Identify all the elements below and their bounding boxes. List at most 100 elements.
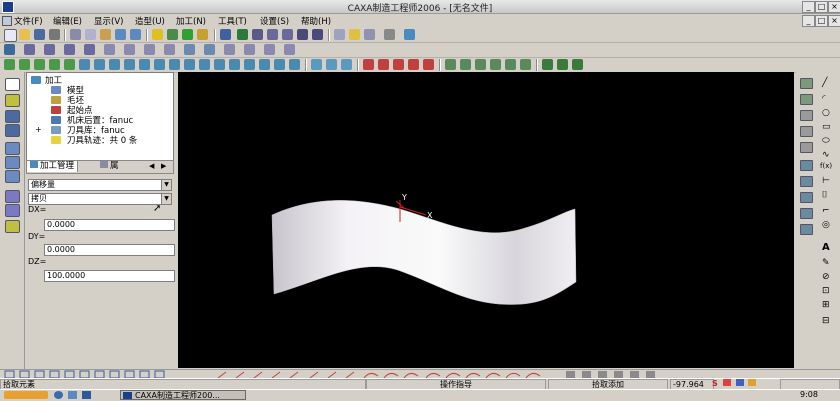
rectangle-tool-icon[interactable]: ▭ [822,122,831,132]
copy-icon[interactable] [85,29,96,40]
menu-settings[interactable]: 设置(S) [260,15,289,27]
erase-tool-icon[interactable]: ✎ [822,258,830,268]
more-tools-icon[interactable]: ⊟ [822,316,830,326]
view-top-icon[interactable] [64,370,75,379]
tool-library-icon[interactable] [475,59,486,70]
boolean-icon[interactable] [284,44,295,55]
shell-icon[interactable] [144,44,155,55]
hatch-tool-icon[interactable]: ⌐ [822,206,830,216]
hidden-line-icon[interactable] [364,29,375,40]
sweep-icon[interactable] [84,44,95,55]
array-icon[interactable] [800,192,813,203]
view-left-icon[interactable] [34,370,45,379]
tab-properties[interactable]: 属 [97,161,122,172]
undo-icon[interactable] [115,29,126,40]
explorer-icon[interactable] [82,391,91,399]
view-iso-icon[interactable] [94,370,105,379]
mirror-feature-icon[interactable] [244,44,255,55]
maximize-button[interactable]: □ [815,1,828,13]
link-tool-icon[interactable]: ⊘ [822,272,830,282]
menu-modeling[interactable]: 造型(U) [135,15,165,27]
solid-tool-icon[interactable] [5,220,20,233]
color-icon[interactable] [197,29,208,40]
line-icon[interactable] [557,59,568,70]
extrude-icon[interactable] [24,44,35,55]
doc-close-button[interactable]: × [828,15,840,27]
wall-finish-icon[interactable] [214,59,225,70]
display-mode-icon[interactable] [566,371,575,378]
finish-icon[interactable] [79,59,90,70]
mirror-icon[interactable] [800,160,813,171]
view-dimetric-icon[interactable] [109,370,120,379]
revolve-icon[interactable] [44,44,55,55]
text-tool-icon[interactable]: A [822,242,830,253]
draft-icon[interactable] [164,44,175,55]
plunge-rough-icon[interactable] [64,59,75,70]
chamfer-icon[interactable] [124,44,135,55]
3d-viewport[interactable]: Y X [178,72,794,368]
edit-path-icon[interactable] [326,59,337,70]
spline-tool-icon[interactable]: ∿ [822,150,830,160]
pan-icon[interactable] [312,29,323,40]
flow-finish-icon[interactable] [154,59,165,70]
post-process-icon[interactable] [378,59,389,70]
formula-curve-icon[interactable]: f(x) [820,162,832,170]
project-finish-icon[interactable] [169,59,180,70]
display-hidden-icon[interactable] [614,371,623,378]
process-sheet-icon[interactable] [408,59,419,70]
minimize-button[interactable]: _ [802,1,815,13]
line-tool-icon[interactable]: ╱ [822,78,827,88]
zoom-in-icon[interactable] [267,29,278,40]
dz-input[interactable]: 100.0000 [44,270,175,282]
dx-input[interactable]: 0.0000 [44,219,175,231]
cut-feature-icon[interactable] [264,44,275,55]
chamfer-tool-icon[interactable]: ⊞ [822,300,830,310]
circle-tool-icon[interactable]: ○ [822,108,830,118]
desktop-icon[interactable] [68,391,77,399]
param-finish-icon[interactable] [94,59,105,70]
island-icon[interactable] [520,59,531,70]
fillet-icon[interactable] [104,44,115,55]
roughing-icon[interactable] [4,59,15,70]
wireframe-icon[interactable] [334,29,345,40]
surface-finish-icon[interactable] [139,59,150,70]
tab-machining-manager[interactable]: 加工管理 [27,161,79,172]
dy-input[interactable]: 0.0000 [44,244,175,256]
trim-icon[interactable] [800,142,813,153]
save-icon[interactable] [34,29,45,40]
view-window-icon[interactable] [220,29,231,40]
gcode-icon[interactable] [393,59,404,70]
rib-icon[interactable] [204,44,215,55]
check-icon[interactable] [423,59,434,70]
tab-scroll-left-icon[interactable]: ◀ [149,162,154,170]
move-icon[interactable] [800,224,813,235]
close-button[interactable]: × [828,1,840,13]
transform-icon[interactable] [5,170,20,183]
view-custom-icon[interactable] [154,370,165,379]
light-icon[interactable] [152,29,163,40]
start-point-icon[interactable] [460,59,471,70]
stock-icon[interactable] [445,59,456,70]
shallow-finish-icon[interactable] [184,59,195,70]
expand-icon[interactable]: + [35,125,42,134]
scan-rough-icon[interactable] [49,59,60,70]
layer-icon[interactable] [167,29,178,40]
layer-manager-icon[interactable] [5,110,20,123]
project-tool-icon[interactable]: ◎ [822,220,830,230]
drill-icon[interactable] [289,59,300,70]
view-trimetric-icon[interactable] [124,370,135,379]
corner-finish-icon[interactable] [229,59,240,70]
trim-path-icon[interactable] [341,59,352,70]
scale-icon[interactable] [800,176,813,187]
ellipse-tool-icon[interactable]: ⬭ [822,136,830,146]
fillet-finish-icon[interactable] [274,59,285,70]
filter-icon[interactable] [182,29,193,40]
display-extra-icon[interactable] [646,371,655,378]
view-right-icon[interactable] [49,370,60,379]
view-back-icon[interactable] [19,370,30,379]
plane-icon[interactable] [800,78,813,89]
machine-post-icon[interactable] [490,59,501,70]
select-arrow-icon[interactable] [5,78,20,91]
point-icon[interactable] [800,110,813,121]
menu-machining[interactable]: 加工(N) [176,15,206,27]
